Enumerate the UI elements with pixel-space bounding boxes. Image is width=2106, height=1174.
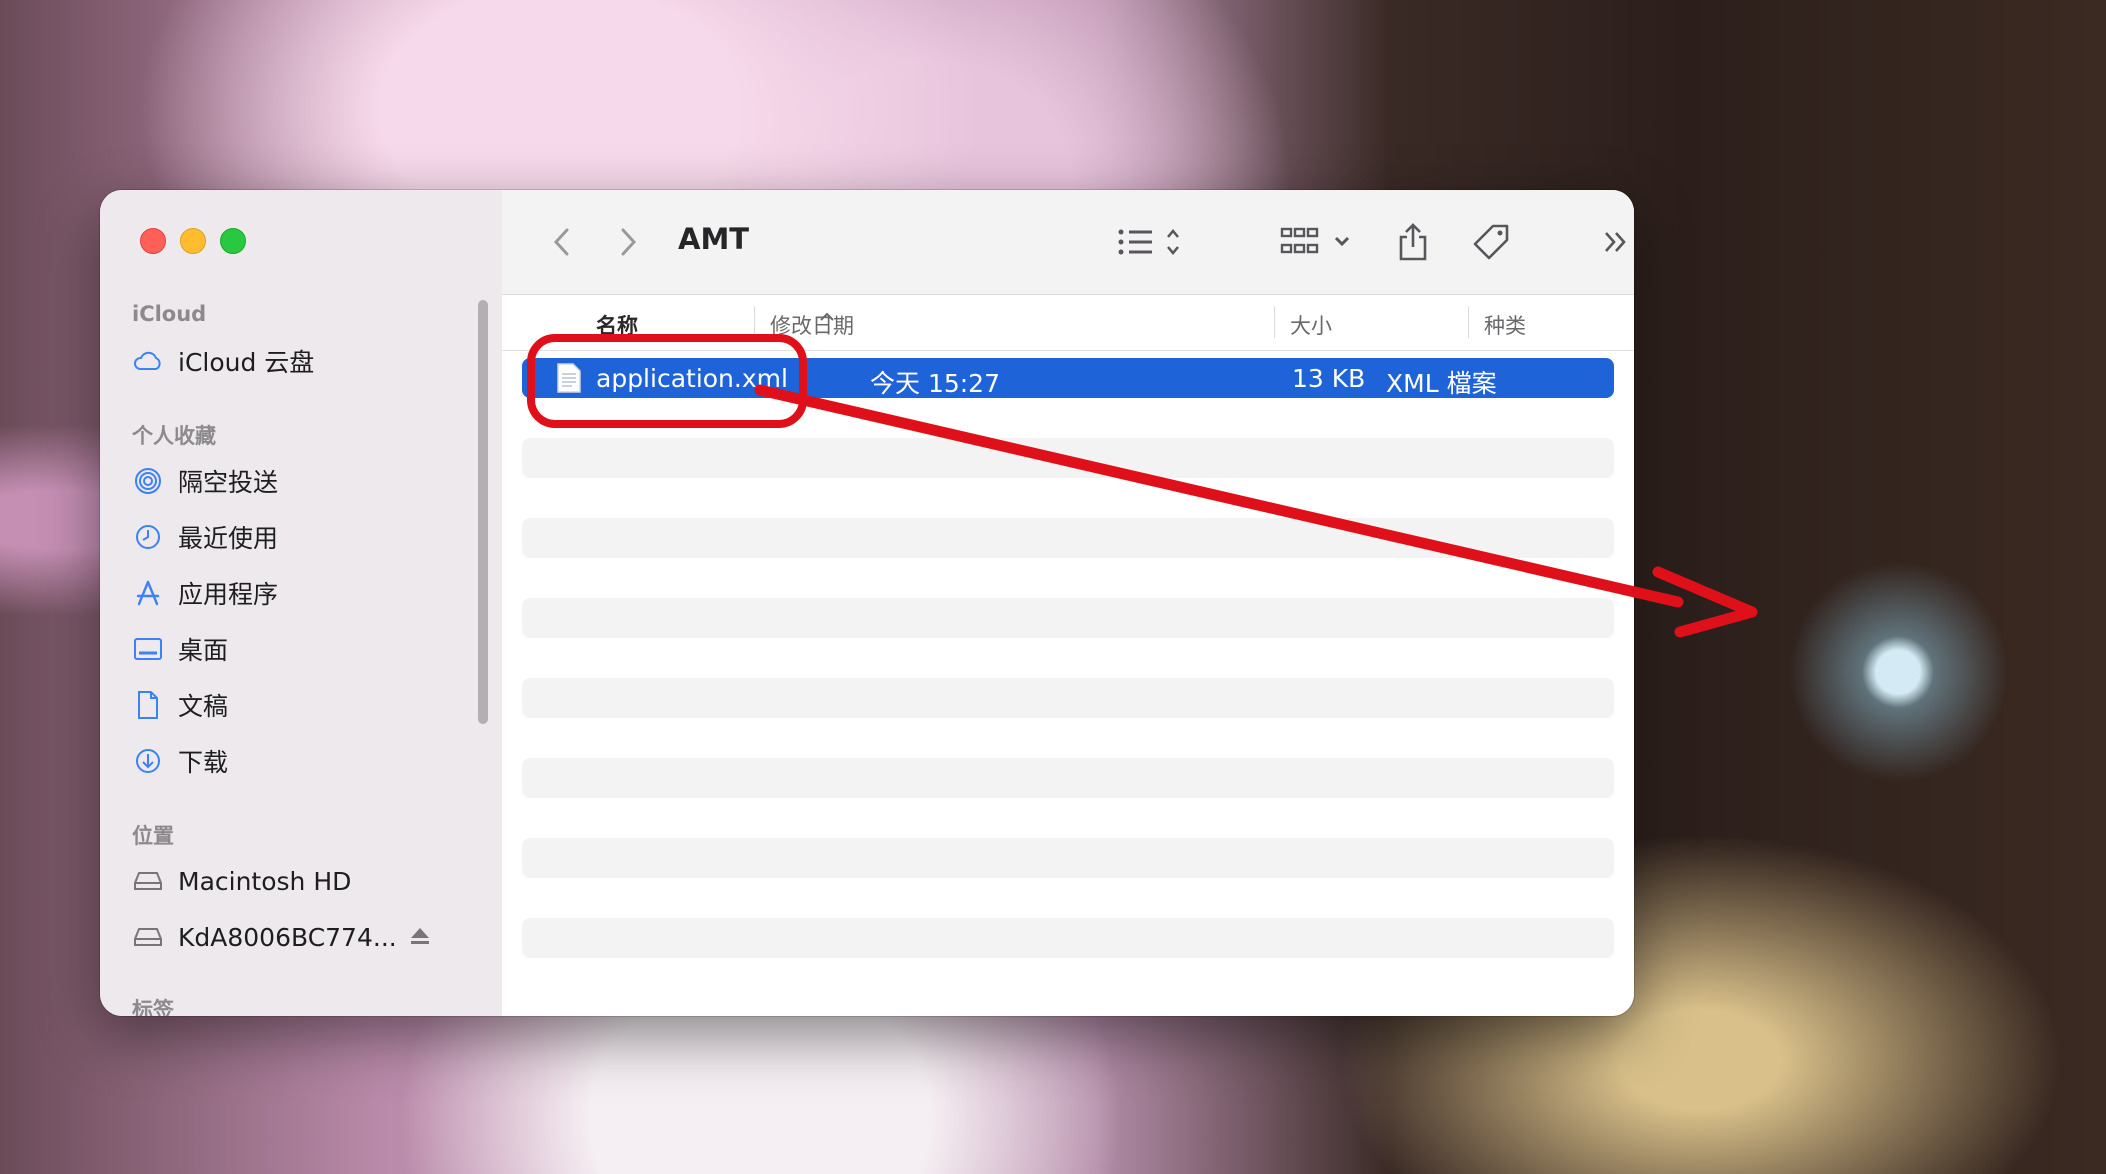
cloud-icon xyxy=(132,345,164,377)
applications-icon xyxy=(132,577,164,609)
minimize-button[interactable] xyxy=(180,228,206,254)
list-view-icon[interactable] xyxy=(1114,220,1188,264)
desktop-icon xyxy=(132,633,164,665)
sidebar-item-external-drive[interactable]: KdA8006BC774... xyxy=(132,916,431,958)
drive-icon xyxy=(132,921,164,953)
share-icon[interactable] xyxy=(1390,220,1436,264)
xml-file-icon xyxy=(556,362,582,400)
sidebar-item-airdrop[interactable]: 隔空投送 xyxy=(132,460,278,502)
traffic-lights xyxy=(140,228,246,254)
sidebar-scrollbar[interactable] xyxy=(478,300,488,724)
empty-row xyxy=(522,678,1614,718)
eject-icon[interactable] xyxy=(409,923,431,952)
sidebar-item-downloads[interactable]: 下载 xyxy=(132,740,228,782)
empty-row xyxy=(522,758,1614,798)
sidebar-item-label: 隔空投送 xyxy=(178,468,279,497)
file-modified: 今天 15:27 xyxy=(870,369,1000,398)
more-icon[interactable] xyxy=(1596,220,1634,264)
close-button[interactable] xyxy=(140,228,166,254)
file-size: 13 KB xyxy=(1292,364,1366,393)
drive-icon xyxy=(132,865,164,897)
sidebar-item-recents[interactable]: 最近使用 xyxy=(132,516,278,558)
column-name[interactable]: 名称 xyxy=(596,310,638,340)
file-browser: AMT 名称 修改日期 大小 种类 application.xml 今天 15:… xyxy=(502,190,1634,1016)
sidebar-item-label: KdA8006BC774... xyxy=(178,922,397,952)
toolbar: AMT xyxy=(502,190,1634,295)
document-icon xyxy=(132,689,164,721)
sidebar-item-label: 桌面 xyxy=(178,636,229,665)
sidebar-item-documents[interactable]: 文稿 xyxy=(132,684,228,726)
sidebar-item-macintosh-hd[interactable]: Macintosh HD xyxy=(132,860,351,902)
sidebar-heading-tags: 标签 xyxy=(132,998,174,1016)
finder-window: iCloud iCloud 云盘 个人收藏 隔空投送 最近使用 应用程序 桌面 … xyxy=(100,190,1634,1016)
sidebar-item-label: 最近使用 xyxy=(178,524,279,553)
tag-icon[interactable] xyxy=(1468,220,1514,264)
annotation-arrowhead xyxy=(1652,566,1758,638)
back-icon[interactable] xyxy=(542,220,582,264)
column-modified[interactable]: 修改日期 xyxy=(770,310,854,340)
empty-row xyxy=(522,598,1614,638)
column-size[interactable]: 大小 xyxy=(1290,310,1332,340)
clock-icon xyxy=(132,521,164,553)
window-title: AMT xyxy=(678,222,750,256)
sidebar-item-label: 文稿 xyxy=(178,692,229,721)
forward-icon[interactable] xyxy=(608,220,648,264)
sidebar-heading-locations: 位置 xyxy=(132,824,174,848)
empty-row xyxy=(522,838,1614,878)
file-list: application.xml 今天 15:27 13 KB XML 檔案 xyxy=(522,358,1614,998)
sidebar-item-applications[interactable]: 应用程序 xyxy=(132,572,278,614)
empty-row xyxy=(522,518,1614,558)
file-row-selected[interactable]: application.xml 今天 15:27 13 KB XML 檔案 xyxy=(522,358,1614,398)
empty-row xyxy=(522,398,1614,438)
sidebar-item-label: iCloud 云盘 xyxy=(178,348,315,377)
column-header: 名称 修改日期 大小 种类 xyxy=(502,294,1634,351)
sidebar-item-label: Macintosh HD xyxy=(178,866,352,896)
column-kind[interactable]: 种类 xyxy=(1484,310,1526,340)
download-icon xyxy=(132,745,164,777)
sidebar-item-label: 应用程序 xyxy=(178,580,279,609)
sidebar-item-desktop[interactable]: 桌面 xyxy=(132,628,228,670)
sidebar-item-icloud-drive[interactable]: iCloud 云盘 xyxy=(132,340,314,382)
sidebar-heading-favorites: 个人收藏 xyxy=(132,424,216,448)
file-kind: XML 檔案 xyxy=(1386,369,1497,398)
empty-row xyxy=(522,438,1614,478)
empty-row xyxy=(522,918,1614,958)
airdrop-icon xyxy=(132,465,164,497)
sidebar: iCloud iCloud 云盘 个人收藏 隔空投送 最近使用 应用程序 桌面 … xyxy=(100,190,503,1016)
file-name: application.xml xyxy=(596,364,788,393)
sidebar-item-label: 下载 xyxy=(178,748,229,777)
zoom-button[interactable] xyxy=(220,228,246,254)
grid-view-icon[interactable] xyxy=(1278,220,1358,264)
sidebar-heading-icloud: iCloud xyxy=(132,302,207,326)
